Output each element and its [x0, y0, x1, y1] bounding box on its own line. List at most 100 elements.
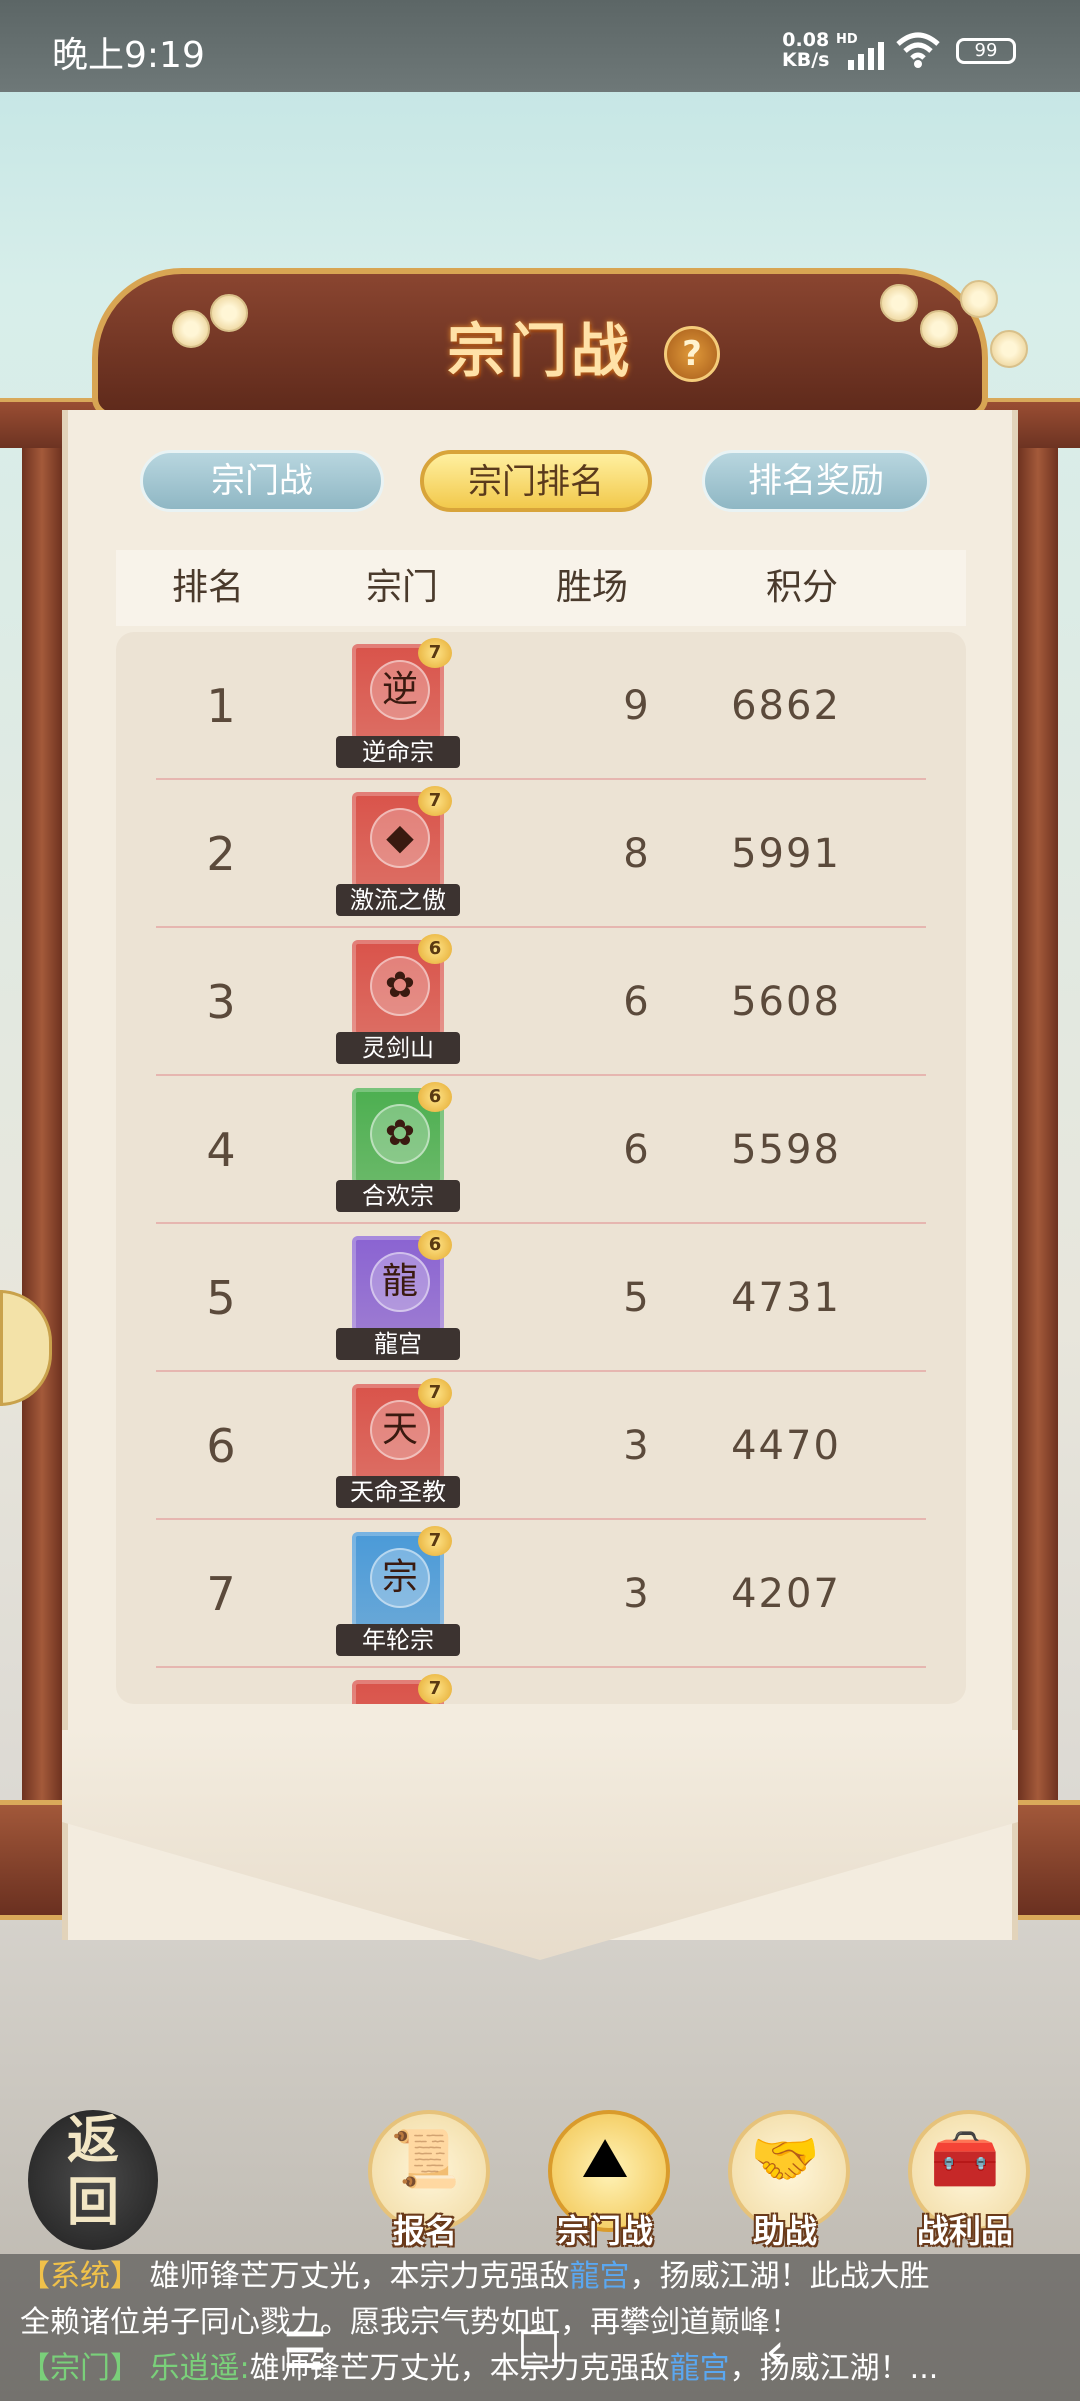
- wins-value: 3: [623, 1423, 649, 1469]
- table-row[interactable]: 6 天 7 天命圣教 3 4470: [116, 1372, 966, 1520]
- sect-name: 合欢宗: [336, 1180, 460, 1212]
- column-header-wins: 胜场: [556, 567, 629, 608]
- rank-value: 3: [206, 975, 236, 1029]
- score-value: 4470: [731, 1423, 841, 1469]
- wins-value: 9: [623, 683, 649, 729]
- status-time: 晚上9:19: [52, 35, 205, 76]
- table-row[interactable]: 1 逆 7 逆命宗 9 6862: [116, 632, 966, 780]
- sect-level-badge: 6: [418, 1082, 452, 1112]
- tab-ranking-rewards[interactable]: 排名奖励: [702, 450, 930, 512]
- wins-value: 3: [623, 1571, 649, 1617]
- signal-icon: [848, 42, 884, 70]
- table-row[interactable]: 4 ✿ 6 合欢宗 6 5598: [116, 1076, 966, 1224]
- frame-post-left: [22, 400, 62, 1920]
- ranking-list[interactable]: 1 逆 7 逆命宗 9 6862 2 ◆ 7 激流之傲 8 5991 3 ✿ 6…: [116, 632, 966, 1704]
- rank-value: 7: [206, 1567, 236, 1621]
- back-nav-icon[interactable]: ‹: [740, 2322, 810, 2382]
- sect-war-label: 宗门战: [556, 2212, 653, 2250]
- sect-emblem: 天: [370, 1400, 430, 1460]
- ranking-table-header: 排名 宗门 胜场 积分: [116, 550, 966, 626]
- sect-level-badge: 6: [418, 934, 452, 964]
- rank-value: 2: [206, 827, 236, 881]
- table-row[interactable]: 2 ◆ 7 激流之傲 8 5991: [116, 780, 966, 928]
- sect-level-badge: 7: [418, 1378, 452, 1408]
- signup-button[interactable]: 📜 报名: [360, 2110, 490, 2260]
- handshake-icon: 🤝: [750, 2127, 820, 2192]
- status-bar: 晚上9:19 0.08 KB/s HD 99: [0, 0, 1080, 92]
- back-button[interactable]: 返 回: [28, 2110, 158, 2250]
- sect-name: 激流之傲: [336, 884, 460, 916]
- sect-level-badge: 7: [418, 786, 452, 816]
- wins-value: 6: [623, 979, 649, 1025]
- rank-value: 5: [206, 1271, 236, 1325]
- battery-icon: 99: [956, 38, 1016, 64]
- sect-banner: 天 7 天命圣教: [336, 1378, 460, 1512]
- sect-name: 逆命宗: [336, 736, 460, 768]
- chat-text: 雄师锋芒万丈光，本宗力克强敌: [149, 2259, 570, 2294]
- score-value: 5608: [731, 979, 841, 1025]
- sect-emblem: ◆: [370, 808, 430, 868]
- sect-banner: ✿ 6 灵剑山: [336, 934, 460, 1068]
- sect-emblem: 龍: [370, 1252, 430, 1312]
- flag-mountain-icon: ⛰: [581, 2126, 629, 2191]
- rank-value: 6: [206, 1419, 236, 1473]
- frame-post-right: [1018, 400, 1058, 1920]
- sect-banner: ✿ 6 合欢宗: [336, 1082, 460, 1216]
- table-row[interactable]: 7: [116, 1668, 966, 1704]
- wins-value: 8: [623, 831, 649, 877]
- score-value: 4731: [731, 1275, 841, 1321]
- chat-username: 乐逍遥:: [149, 2351, 250, 2386]
- score-value: 5598: [731, 1127, 841, 1173]
- sect-emblem: ✿: [370, 956, 430, 1016]
- page-title: 宗门战: [446, 317, 633, 385]
- sect-level-badge: 6: [418, 1230, 452, 1260]
- sect-emblem: 逆: [370, 660, 430, 720]
- table-row[interactable]: 5 龍 6 龍宫 5 4731: [116, 1224, 966, 1372]
- loot-button[interactable]: 🧰 战利品: [900, 2110, 1030, 2260]
- score-value: 6862: [731, 683, 841, 729]
- help-icon[interactable]: ?: [664, 326, 720, 382]
- chat-channel-tag: 【宗门】: [20, 2351, 140, 2386]
- sect-banner: 龍 6 龍宫: [336, 1230, 460, 1364]
- home-icon[interactable]: ☐: [504, 2322, 574, 2382]
- menu-icon[interactable]: ☰: [270, 2322, 340, 2382]
- sect-name: 龍宫: [336, 1328, 460, 1360]
- chat-channel-tag: 【系统】: [20, 2259, 140, 2294]
- sect-name: 灵剑山: [336, 1032, 460, 1064]
- tab-sect-ranking[interactable]: 宗门排名: [420, 450, 652, 512]
- table-row[interactable]: 7 宗 7 年轮宗 3 4207: [116, 1520, 966, 1668]
- chat-highlight: 龍宫: [569, 2259, 630, 2294]
- chat-highlight: 龍宫: [669, 2351, 730, 2386]
- signup-label: 报名: [392, 2212, 457, 2250]
- score-value: 4207: [731, 1571, 841, 1617]
- sect-name: 年轮宗: [336, 1624, 460, 1656]
- table-row[interactable]: 3 ✿ 6 灵剑山 6 5608: [116, 928, 966, 1076]
- sect-level-badge: 7: [418, 1526, 452, 1556]
- sect-banner: 7: [342, 1674, 452, 1704]
- column-header-sect: 宗门: [366, 567, 439, 608]
- sect-banner: 逆 7 逆命宗: [336, 638, 460, 772]
- loot-label: 战利品: [916, 2212, 1013, 2250]
- assist-label: 助战: [752, 2212, 817, 2250]
- sect-emblem: 宗: [370, 1548, 430, 1608]
- wins-value: 6: [623, 1127, 649, 1173]
- network-speed: 0.08 KB/s: [782, 29, 830, 71]
- wins-value: 5: [623, 1275, 649, 1321]
- scroll-brush-icon: 📜: [390, 2127, 460, 2192]
- assist-button[interactable]: 🤝 助战: [720, 2110, 850, 2260]
- column-header-score: 积分: [766, 567, 839, 608]
- chat-text: ，扬威江湖！此战大胜: [629, 2259, 930, 2294]
- sect-level-badge: 7: [418, 638, 452, 668]
- sect-emblem: ✿: [370, 1104, 430, 1164]
- rank-value: 1: [206, 679, 236, 733]
- tab-sect-war[interactable]: 宗门战: [140, 450, 384, 512]
- treasure-chest-icon: 🧰: [930, 2127, 1000, 2192]
- sect-banner: 宗 7 年轮宗: [336, 1526, 460, 1660]
- sect-name: 天命圣教: [336, 1476, 460, 1508]
- sect-war-button[interactable]: ⛰ 宗门战: [540, 2110, 670, 2260]
- score-value: 5991: [731, 831, 841, 877]
- wifi-icon: [896, 32, 940, 68]
- rank-value: 4: [206, 1123, 236, 1177]
- column-header-rank: 排名: [172, 567, 245, 608]
- chat-line: 【系统】 雄师锋芒万丈光，本宗力克强敌龍宫，扬威江湖！此战大胜: [20, 2254, 1060, 2300]
